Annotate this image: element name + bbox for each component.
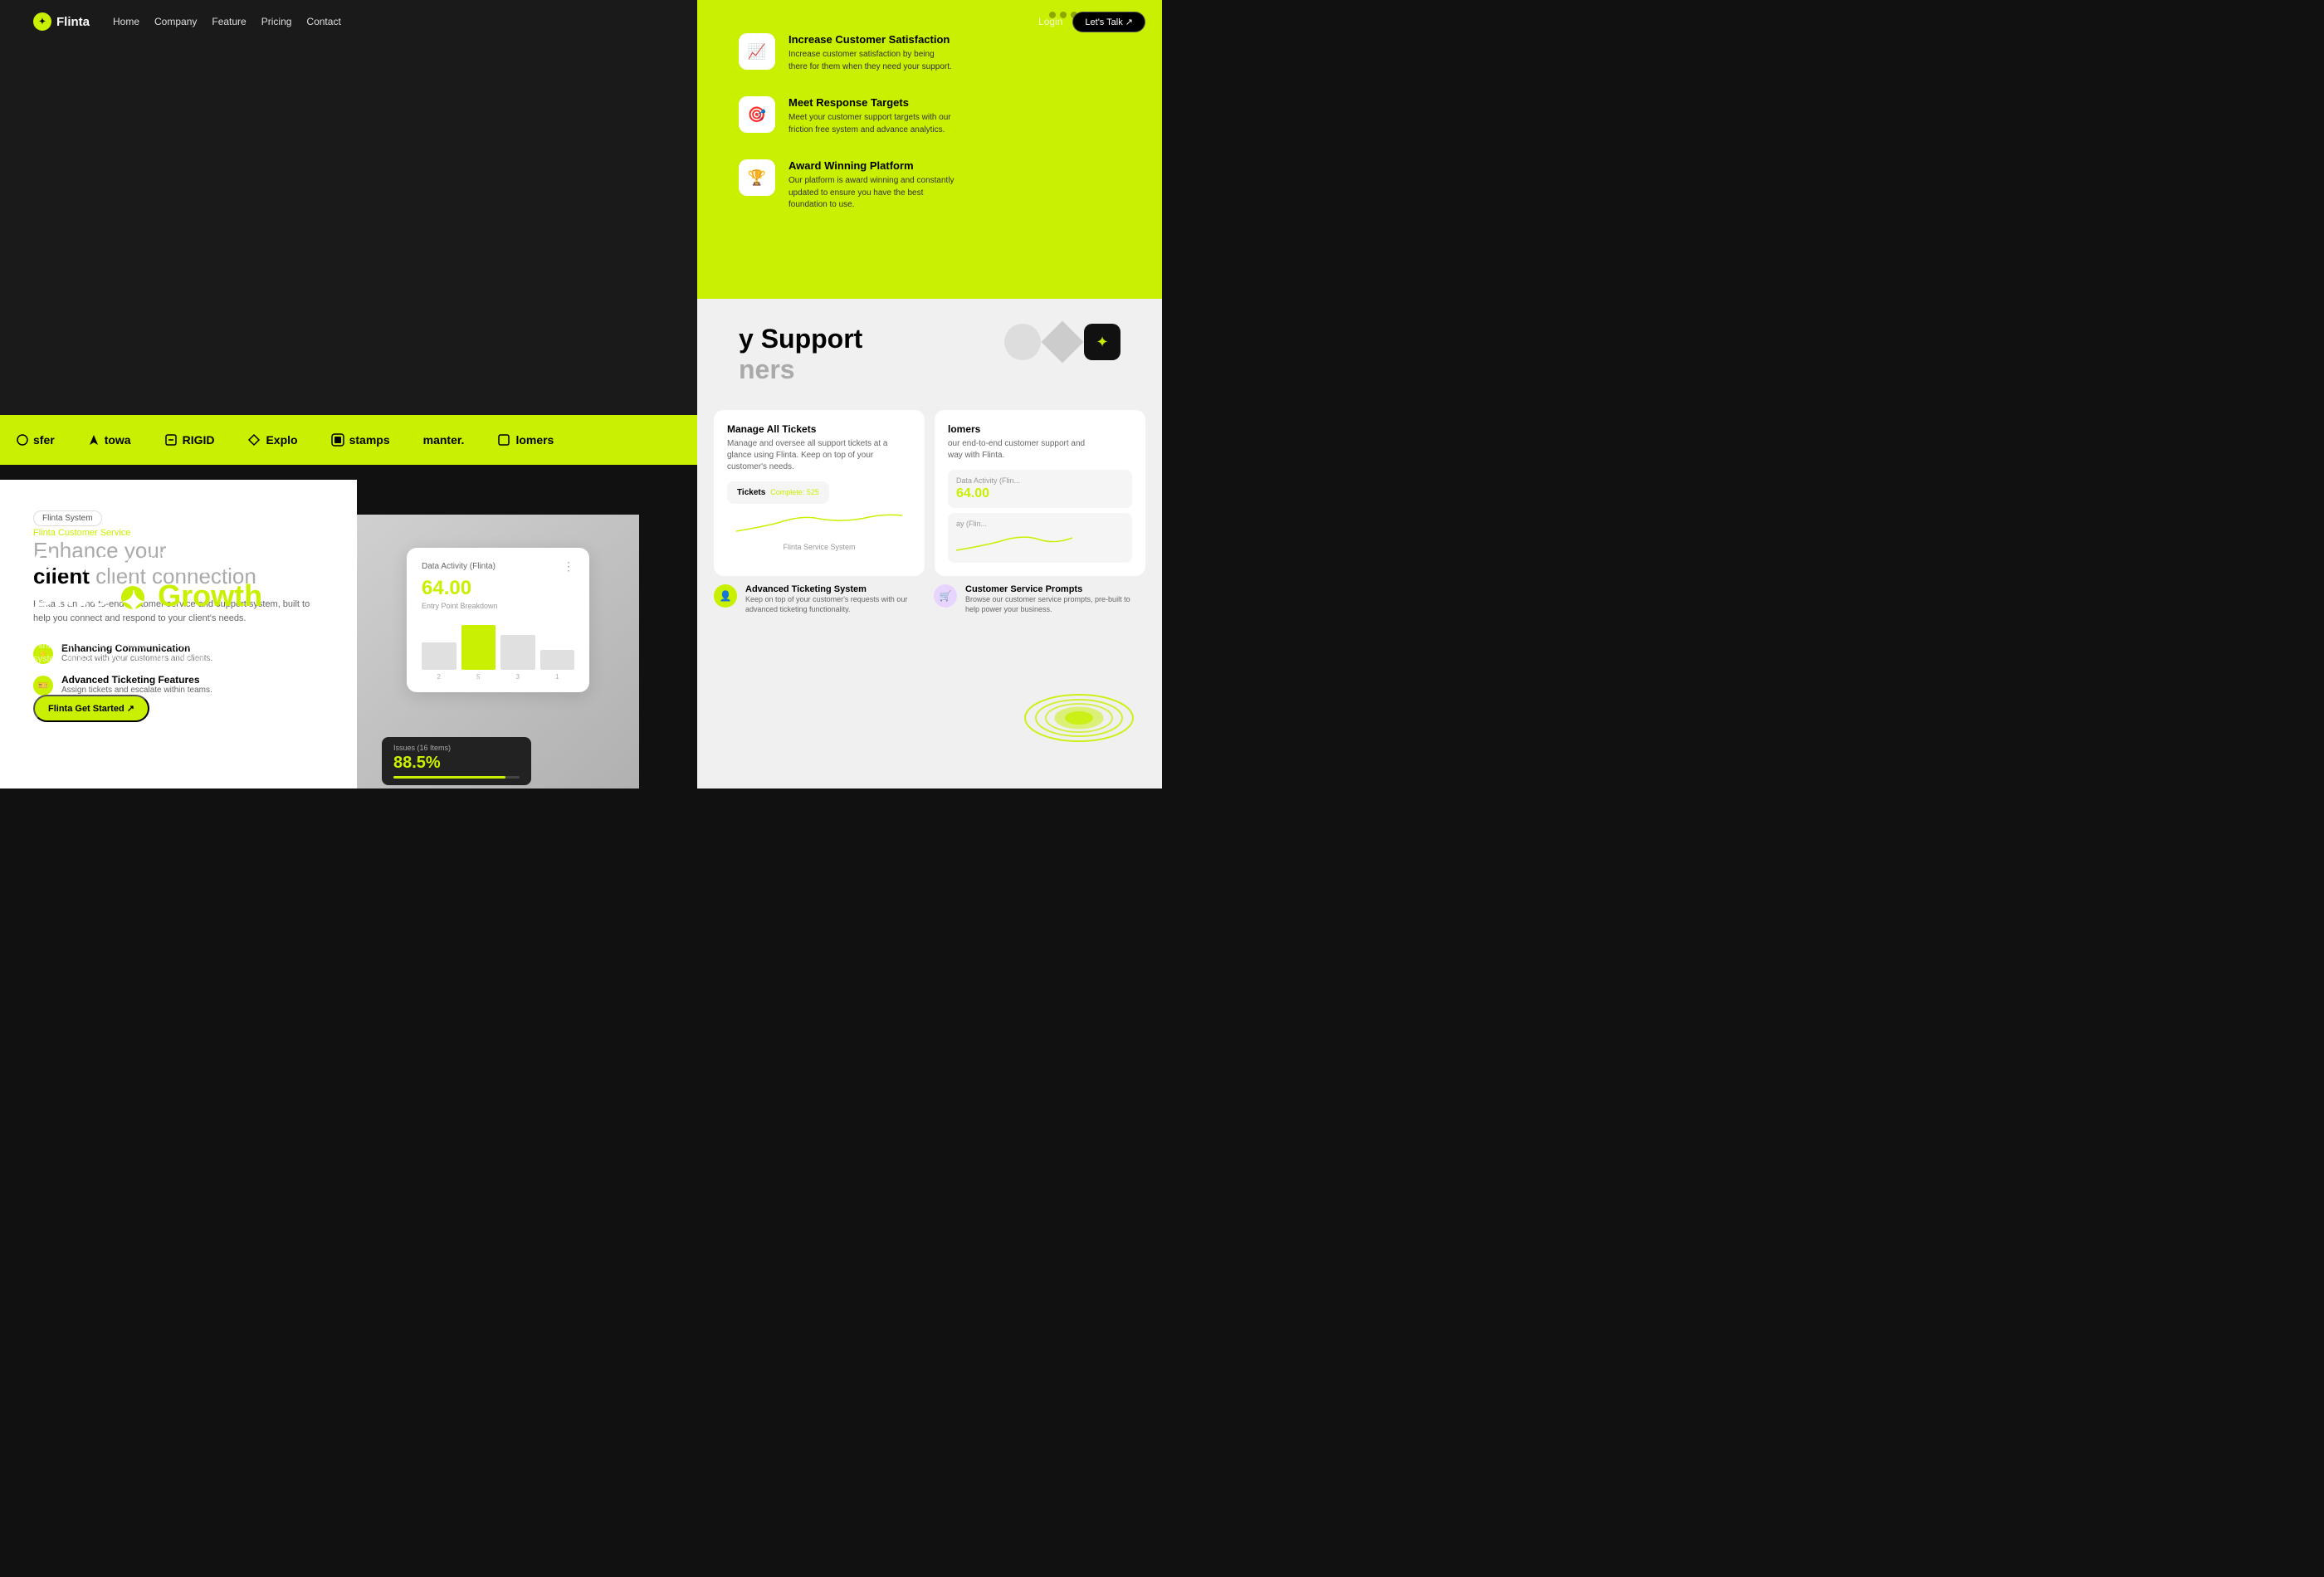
lomers-card-title: lomers bbox=[948, 423, 1132, 435]
data-subtitle: Entry Point Breakdown bbox=[422, 602, 574, 610]
shape-diamond bbox=[1042, 321, 1084, 364]
features-panel: 📈 Increase Customer Satisfaction Increas… bbox=[697, 0, 1162, 299]
data-value: 64.00 bbox=[422, 577, 574, 600]
support-cards: Manage All Tickets Manage and oversee al… bbox=[697, 410, 1162, 576]
play-icon: ▶ bbox=[161, 696, 186, 721]
ticketing-title: Advanced Ticketing System bbox=[745, 584, 925, 594]
issues-progress-bg bbox=[393, 776, 520, 779]
prompts-title: Customer Service Prompts bbox=[965, 584, 1145, 594]
bar-chart bbox=[422, 620, 574, 670]
system-label: Flinta Service System bbox=[727, 543, 911, 551]
nav-logo[interactable]: ✦ Flinta bbox=[33, 12, 90, 31]
support-title-line2: ners bbox=[739, 354, 795, 384]
tickets-card-title: Manage All Tickets bbox=[727, 423, 911, 435]
award-title: Award Winning Platform bbox=[788, 159, 954, 172]
award-desc: Our platform is award winning and consta… bbox=[788, 175, 954, 212]
issues-value: 88.5% bbox=[393, 754, 520, 773]
ticket-badge-value: Complete: 525 bbox=[770, 488, 819, 496]
data-card: Data Activity (Flinta) ⋮ 64.00 Entry Poi… bbox=[407, 548, 589, 692]
enhance-tag: Flinta System bbox=[33, 510, 102, 526]
nav-feature[interactable]: Feature bbox=[212, 16, 246, 27]
shape-black: ✦ bbox=[1084, 324, 1120, 360]
data-widget: Data Activity (Flinta) ⋮ 64.00 Entry Poi… bbox=[357, 515, 639, 788]
data-card-menu[interactable]: ⋮ bbox=[563, 559, 574, 574]
nav-cta-button[interactable]: Let's Talk ↗ bbox=[1072, 12, 1145, 32]
nav-contact[interactable]: Contact bbox=[306, 16, 340, 27]
hero-cta-button[interactable]: Flinta Get Started ↗ bbox=[33, 695, 149, 722]
hero-subtitle: Premium Customer Service and Support bbox=[33, 622, 334, 634]
feature-prompts: 🛒 Customer Service Prompts Browse our cu… bbox=[934, 584, 1145, 614]
brand-sfer: sfer bbox=[17, 433, 55, 447]
bar-4 bbox=[540, 650, 575, 670]
hero-title: Connect With Clients Drive ✦ Growth bbox=[33, 546, 334, 612]
nav-actions: Login Let's Talk ↗ bbox=[1038, 12, 1145, 32]
prompts-desc: Browse our customer service prompts, pre… bbox=[965, 594, 1145, 614]
response-desc: Meet your customer support targets with … bbox=[788, 112, 954, 136]
brand-stamps: stamps bbox=[331, 433, 390, 447]
sparkline-chart bbox=[727, 510, 911, 535]
hero-tag: Flinta Customer Service bbox=[33, 528, 334, 538]
brand-lomers: lomers bbox=[497, 433, 554, 447]
bar-2 bbox=[461, 625, 496, 670]
navbar: ✦ Flinta Home Company Feature Pricing Co… bbox=[33, 0, 1145, 43]
tickets-card-desc: Manage and oversee all support tickets a… bbox=[727, 438, 911, 473]
award-icon: 🏆 bbox=[739, 159, 775, 196]
response-title: Meet Response Targets bbox=[788, 96, 954, 109]
mini-system-card: ay (Flin... bbox=[948, 513, 1132, 563]
logo-icon: ✦ bbox=[33, 12, 51, 31]
hero-actions: Flinta Get Started ↗ ▶ Play Video bbox=[33, 695, 334, 722]
nav-links: Home Company Feature Pricing Contact bbox=[113, 16, 1038, 27]
nav-company[interactable]: Company bbox=[154, 16, 197, 27]
feature-award: 🏆 Award Winning Platform Our platform is… bbox=[739, 159, 1120, 212]
brand-manter: manter. bbox=[423, 433, 465, 447]
response-icon: 🎯 bbox=[739, 96, 775, 133]
brand-rigid: RIGID bbox=[164, 433, 215, 447]
spark-icon: ✦ bbox=[121, 586, 144, 609]
ticket-badge-label: Tickets bbox=[737, 488, 765, 497]
nav-pricing[interactable]: Pricing bbox=[261, 16, 292, 27]
nav-login[interactable]: Login bbox=[1038, 16, 1062, 27]
issues-title: Issues (16 Items) bbox=[393, 744, 520, 752]
play-video-button[interactable]: ▶ Play Video bbox=[161, 696, 236, 721]
bar-3 bbox=[500, 635, 535, 670]
issues-card: Issues (16 Items) 88.5% bbox=[382, 737, 531, 785]
lomers-card: lomers our end-to-end customer support a… bbox=[935, 410, 1145, 576]
satisfaction-desc: Increase customer satisfaction by being … bbox=[788, 49, 954, 73]
bar-labels: 2 5 3 1 bbox=[422, 673, 574, 681]
ticketing-desc: Keep on top of your customer's requests … bbox=[745, 594, 925, 614]
shape-decorations: ✦ bbox=[1004, 324, 1120, 360]
brand-towa: towa bbox=[88, 433, 131, 447]
shape-circle bbox=[1004, 324, 1041, 360]
issues-progress-fill bbox=[393, 776, 505, 779]
feature-response: 🎯 Meet Response Targets Meet your custom… bbox=[739, 96, 1120, 136]
mini-data-card: Data Activity (Flin... 64.00 bbox=[948, 470, 1132, 508]
bar-1 bbox=[422, 642, 456, 670]
lomers-card-desc: our end-to-end customer support and way … bbox=[948, 438, 1132, 461]
rings-decoration bbox=[1021, 672, 1137, 764]
data-card-title: Data Activity (Flinta) bbox=[422, 562, 496, 571]
support-title-line1: y Support bbox=[739, 324, 862, 354]
hero-description: Flinta is an end-to-end customer service… bbox=[33, 639, 266, 681]
ticketing-icon: 👤 bbox=[714, 584, 737, 608]
feature-icons-row: 👤 Advanced Ticketing System Keep on top … bbox=[697, 576, 1162, 622]
brand-explo: Explo bbox=[247, 433, 297, 447]
feature-ticketing: 👤 Advanced Ticketing System Keep on top … bbox=[714, 584, 925, 614]
tickets-card: Manage All Tickets Manage and oversee al… bbox=[714, 410, 925, 576]
nav-home[interactable]: Home bbox=[113, 16, 139, 27]
logo-text: Flinta bbox=[56, 15, 90, 29]
ticket-badge: Tickets Complete: 525 bbox=[727, 481, 829, 504]
hero-content: Flinta Customer Service Connect With Cli… bbox=[33, 528, 334, 722]
prompts-icon: 🛒 bbox=[934, 584, 957, 608]
